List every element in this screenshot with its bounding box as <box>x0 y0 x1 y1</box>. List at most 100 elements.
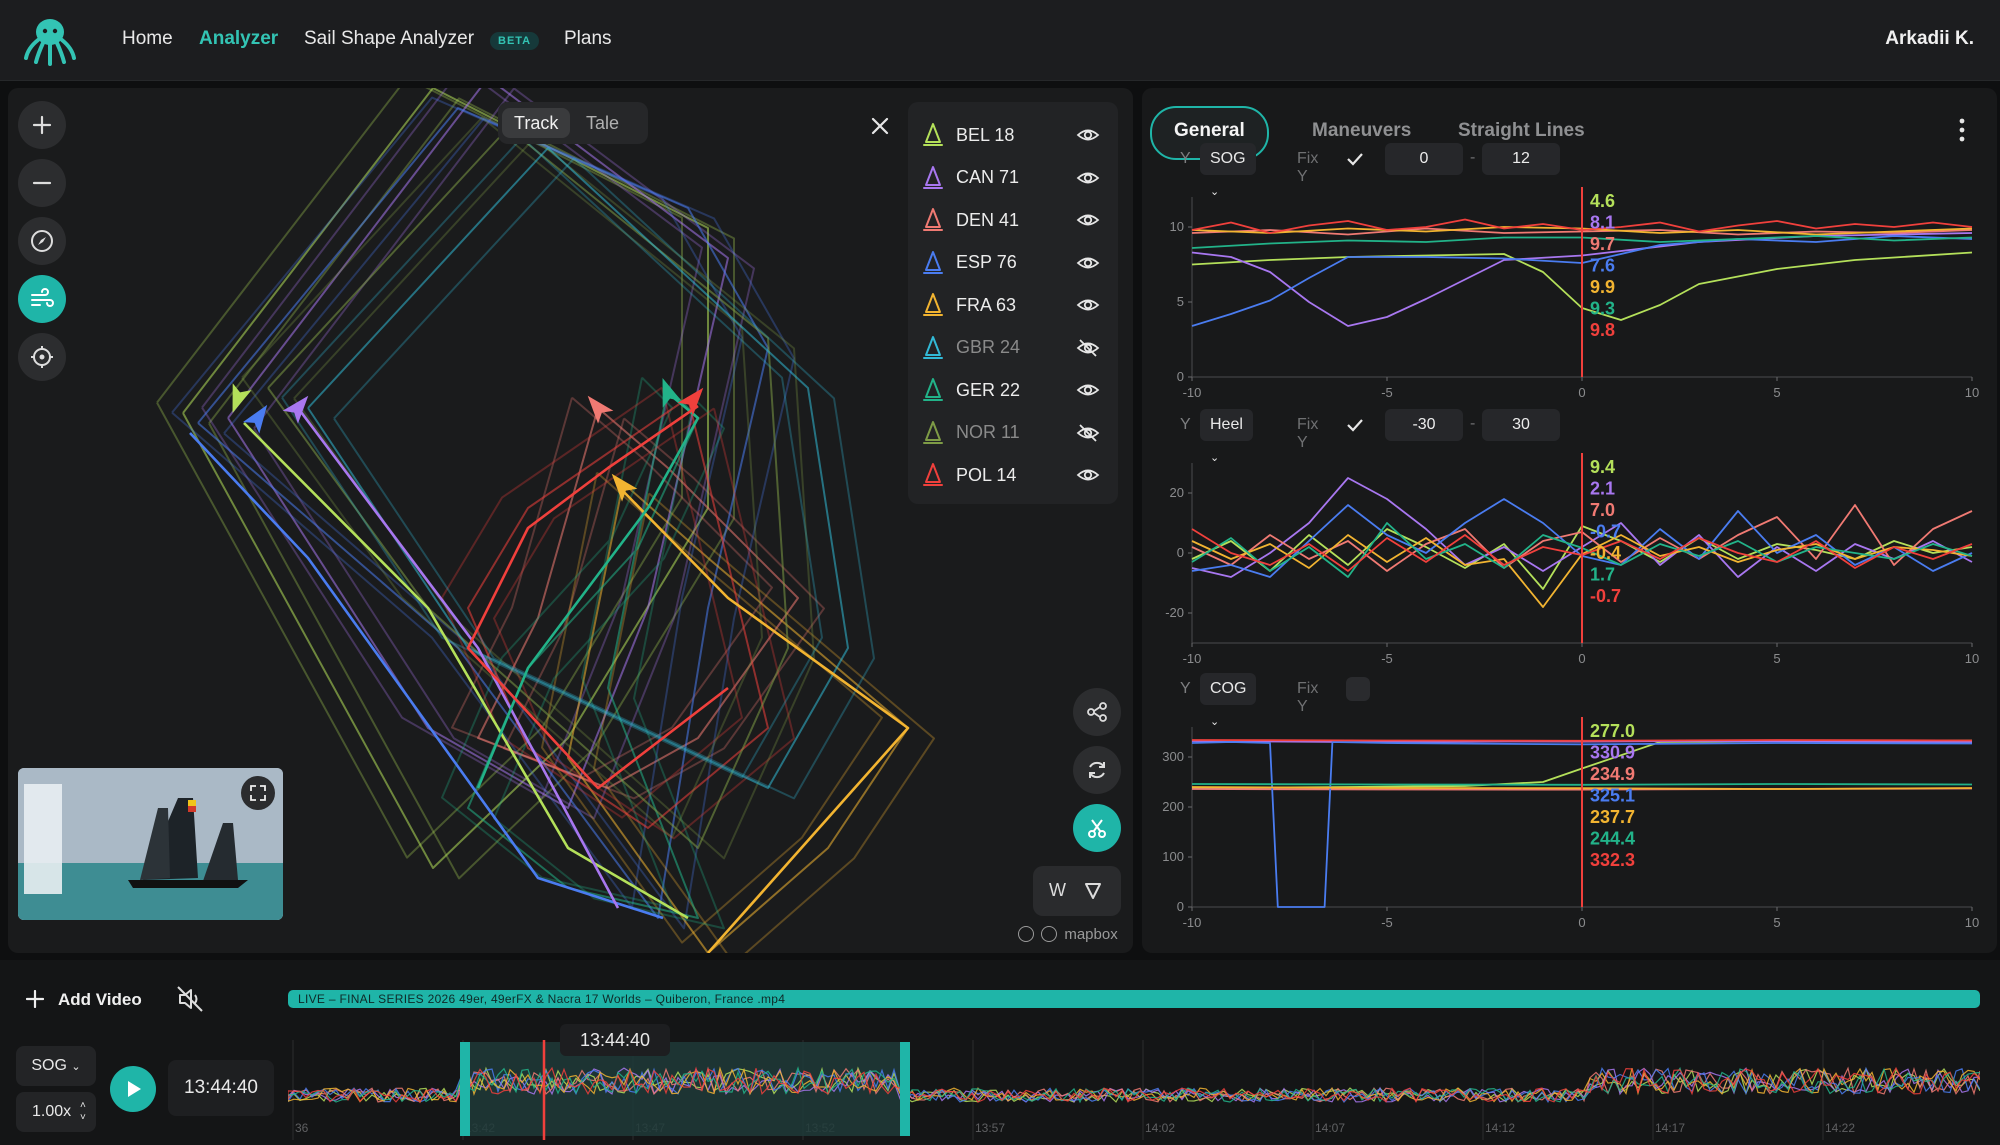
fix-y-label: Fix Y <box>1297 150 1319 185</box>
playback-speed-stepper[interactable]: 1.00x ˄ ˅ <box>16 1092 96 1132</box>
timeline-metric-select[interactable]: SOG ⌄ <box>16 1046 96 1086</box>
close-icon[interactable] <box>860 106 900 146</box>
user-menu[interactable]: Arkadii K. <box>1885 28 1974 50</box>
top-navigation-bar <box>0 0 2000 81</box>
boat-row[interactable]: GER 22 <box>922 369 1108 411</box>
x-tick-label: -5 <box>1381 651 1393 666</box>
beta-badge: BETA <box>490 32 540 50</box>
eye-icon[interactable] <box>1076 125 1100 145</box>
metric-select[interactable]: Heel ⌄ <box>1200 409 1253 464</box>
eye-off-icon[interactable] <box>1076 338 1100 358</box>
add-video-label: Add Video <box>58 990 142 1009</box>
boat-icon <box>923 420 943 444</box>
boat-row[interactable]: BEL 18 <box>922 114 1108 156</box>
eye-icon[interactable] <box>1076 168 1100 188</box>
timeline-overview[interactable]: 3613:4213:4713:5213:5714:0214:0714:1214:… <box>288 1040 1980 1140</box>
cursor-value: 9.4 <box>1590 457 1615 477</box>
boat-row[interactable]: ESP 76 <box>922 242 1108 284</box>
compass-icon <box>31 230 53 252</box>
wind-label: W <box>1049 880 1066 900</box>
x-tick-label: -5 <box>1381 385 1393 400</box>
range-handle-right[interactable] <box>900 1042 910 1136</box>
checkmark-icon[interactable] <box>1345 149 1365 169</box>
cursor-value: 9.7 <box>1590 234 1615 254</box>
mute-button[interactable] <box>175 984 205 1019</box>
boat-row[interactable]: DEN 41 <box>922 199 1108 241</box>
wind-layer-button[interactable] <box>18 275 66 323</box>
video-track-bar[interactable]: LIVE – FINAL SERIES 2026 49er, 49erFX & … <box>288 990 1980 1008</box>
nav-analyzer[interactable]: Analyzer <box>199 28 278 50</box>
expand-icon[interactable] <box>241 776 275 810</box>
cursor-value: -0.7 <box>1590 586 1621 606</box>
boat-name: POL 14 <box>956 464 1017 485</box>
track-map[interactable]: Track Tale BEL 18 CAN 71 DEN 41 ESP 76 FRA 6… <box>8 88 1133 953</box>
y-tick-label: -20 <box>1165 605 1184 620</box>
metric-select[interactable]: SOG ⌄ <box>1200 143 1256 198</box>
y-axis-label: Y <box>1180 680 1191 697</box>
boat-row[interactable]: POL 14 <box>922 454 1108 496</box>
metric-select[interactable]: COG ⌄ <box>1200 673 1257 728</box>
zoom-out-button[interactable] <box>18 159 66 207</box>
boat-row[interactable]: NOR 11 <box>922 412 1108 454</box>
eye-icon[interactable] <box>1076 295 1100 315</box>
boat-icon <box>923 165 943 189</box>
octopus-logo-icon[interactable] <box>22 14 78 66</box>
scissors-icon <box>1088 819 1106 838</box>
more-options-icon[interactable] <box>1947 110 1977 150</box>
nav-home[interactable]: Home <box>122 28 173 50</box>
toggle-track[interactable]: Track <box>502 108 571 138</box>
eye-icon[interactable] <box>1076 380 1100 400</box>
share-icon <box>1087 702 1107 722</box>
eye-icon[interactable] <box>1076 210 1100 230</box>
mapbox-attribution[interactable]: mapbox <box>1018 926 1118 943</box>
cursor-value: 332.3 <box>1590 850 1635 870</box>
refresh-button[interactable] <box>1073 746 1121 794</box>
wind-direction-indicator[interactable]: W <box>1033 866 1121 916</box>
nav-sail-shape-analyzer[interactable]: Sail Shape Analyzer <box>304 28 474 50</box>
cursor-value: -0.4 <box>1590 543 1621 563</box>
zoom-in-button[interactable] <box>18 101 66 149</box>
boat-row[interactable]: FRA 63 <box>922 284 1108 326</box>
boat-row[interactable]: CAN 71 <box>922 157 1108 199</box>
boat-icon <box>923 250 943 274</box>
timeline-tick-label: 14:02 <box>1145 1121 1175 1135</box>
x-tick-label: 0 <box>1578 385 1585 400</box>
boat-row[interactable]: GBR 24 <box>922 327 1108 369</box>
info-icon <box>1018 926 1034 942</box>
y-tick-label: 0 <box>1177 369 1184 384</box>
y-min-input[interactable]: -30 <box>1385 409 1463 441</box>
toggle-tale[interactable]: Tale <box>574 108 631 138</box>
add-video-button[interactable]: Add Video <box>25 989 142 1010</box>
play-button[interactable] <box>110 1066 156 1112</box>
checkmark-icon[interactable] <box>1345 415 1365 435</box>
speaker-muted-icon <box>177 986 203 1012</box>
x-tick-label: 10 <box>1965 385 1979 400</box>
eye-icon[interactable] <box>1076 253 1100 273</box>
locate-button[interactable] <box>18 333 66 381</box>
boat-name: ESP 76 <box>956 252 1017 272</box>
line-chart[interactable]: 0 5 10 -10 -5 0 5 10 4.68.19.77.69.99.39.8 <box>1152 187 1982 409</box>
cut-button[interactable] <box>1073 804 1121 852</box>
share-button[interactable] <box>1073 688 1121 736</box>
x-tick-label: 0 <box>1578 651 1585 666</box>
line-chart[interactable]: -20020-10 -5 0 5 109.42.17.0-0.7-0.41.7-0.7 <box>1152 453 1982 675</box>
boat-icon <box>923 378 943 401</box>
y-tick-label: 0 <box>1177 545 1184 560</box>
video-preview[interactable] <box>18 768 283 920</box>
y-min-input[interactable]: 0 <box>1385 143 1463 175</box>
eye-icon[interactable] <box>1076 465 1100 485</box>
range-handle-left[interactable] <box>460 1042 470 1136</box>
chevron-down-icon: ⌄ <box>71 1061 81 1073</box>
compass-button[interactable] <box>18 217 66 265</box>
y-tick-label: 100 <box>1162 849 1184 864</box>
boat-name: CAN 71 <box>956 167 1020 187</box>
y-max-input[interactable]: 30 <box>1482 409 1560 441</box>
eye-off-icon[interactable] <box>1076 423 1100 443</box>
nav-plans[interactable]: Plans <box>564 28 612 50</box>
y-max-input[interactable]: 12 <box>1482 143 1560 175</box>
cursor-value: 4.6 <box>1590 191 1615 211</box>
fix-y-checkbox[interactable] <box>1346 677 1370 701</box>
line-chart[interactable]: 0100200300-10 -5 0 5 10277.0330.9234.9325.12… <box>1152 717 1982 939</box>
timeline-tick-label: 14:17 <box>1655 1121 1685 1135</box>
cursor-value: 7.0 <box>1590 500 1615 520</box>
